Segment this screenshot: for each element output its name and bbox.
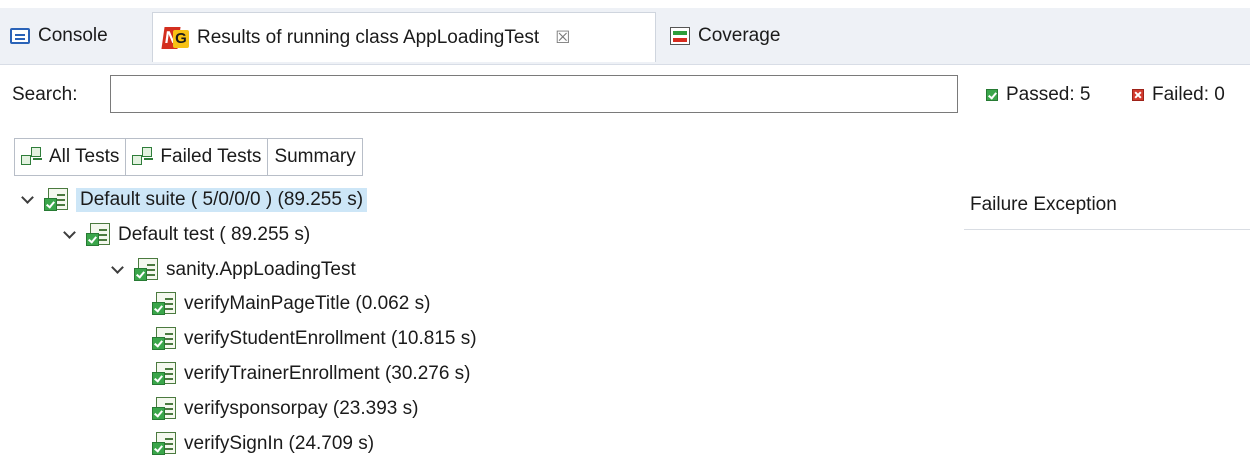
class-passed-icon [134,258,158,282]
console-icon [10,27,30,44]
tree-node-label: Default test ( 89.255 s) [118,224,311,245]
failed-count: Failed: 0 [1132,84,1225,106]
method-passed-icon [152,327,176,351]
tab-all-tests[interactable]: All Tests [14,138,127,176]
tab-failed-tests-label: Failed Tests [160,146,262,167]
tree-node-class[interactable]: sanity.AppLoadingTest [110,255,356,285]
passed-check-icon [986,89,998,101]
tree-node-label: verifySignIn (24.709 s) [184,433,375,454]
tree-node-method[interactable]: verifysponsorpay (23.393 s) [152,394,418,424]
test-passed-icon [86,223,110,247]
method-passed-icon [152,397,176,421]
suite-passed-icon [44,188,68,212]
tree-node-test[interactable]: Default test ( 89.255 s) [62,220,310,250]
chevron-down-icon[interactable] [20,192,36,208]
search-label: Search: [12,84,78,105]
method-passed-icon [152,362,176,386]
tree-node-label: sanity.AppLoadingTest [166,259,356,280]
tab-failed-tests[interactable]: Failed Tests [126,138,269,176]
tree-node-suite[interactable]: Default suite ( 5/0/0/0 ) (89.255 s) [20,185,368,215]
tree-node-label: verifyMainPageTitle (0.062 s) [184,293,431,314]
tree-node-label: verifyTrainerEnrollment (30.276 s) [184,363,471,384]
search-input[interactable] [110,75,958,113]
tree-node-label: verifyStudentEnrollment (10.815 s) [184,328,477,349]
tree-node-method[interactable]: verifyStudentEnrollment (10.815 s) [152,324,477,354]
divider [964,229,1250,230]
tab-console-label: Console [38,24,108,46]
test-tree-icon [132,147,154,167]
chevron-down-icon[interactable] [110,262,126,278]
failed-x-icon [1132,89,1144,101]
close-icon[interactable]: ☒ [555,28,570,48]
passed-count: Passed: 5 [986,84,1091,106]
tree-node-label: Default suite ( 5/0/0/0 ) (89.255 s) [76,188,368,212]
tree-node-method[interactable]: verifySignIn (24.709 s) [152,429,374,459]
method-passed-icon [152,432,176,456]
tab-console[interactable]: Console [10,14,108,57]
coverage-icon [670,26,690,45]
tab-all-tests-label: All Tests [49,146,120,167]
failed-label: Failed: 0 [1152,84,1225,105]
method-passed-icon [152,292,176,316]
tab-summary[interactable]: Summary [268,138,363,176]
passed-label: Passed: 5 [1006,84,1091,105]
failure-exception-header: Failure Exception [970,194,1117,215]
test-tree-icon [21,147,43,167]
results-subtabs: All Tests Failed Tests Summary [14,138,363,176]
chevron-down-icon[interactable] [62,227,78,243]
tree-node-label: verifysponsorpay (23.393 s) [184,398,419,419]
testng-icon: NG [161,26,189,50]
tab-coverage[interactable]: Coverage [670,14,780,57]
tree-node-method[interactable]: verifyTrainerEnrollment (30.276 s) [152,359,471,389]
tab-summary-label: Summary [274,146,356,167]
tab-results[interactable]: NG Results of running class AppLoadingTe… [152,12,656,62]
view-tab-bar: Console NG Results of running class AppL… [0,8,1250,65]
tree-node-method[interactable]: verifyMainPageTitle (0.062 s) [152,289,430,319]
tab-results-label: Results of running class AppLoadingTest [197,26,540,48]
tab-coverage-label: Coverage [698,24,781,46]
